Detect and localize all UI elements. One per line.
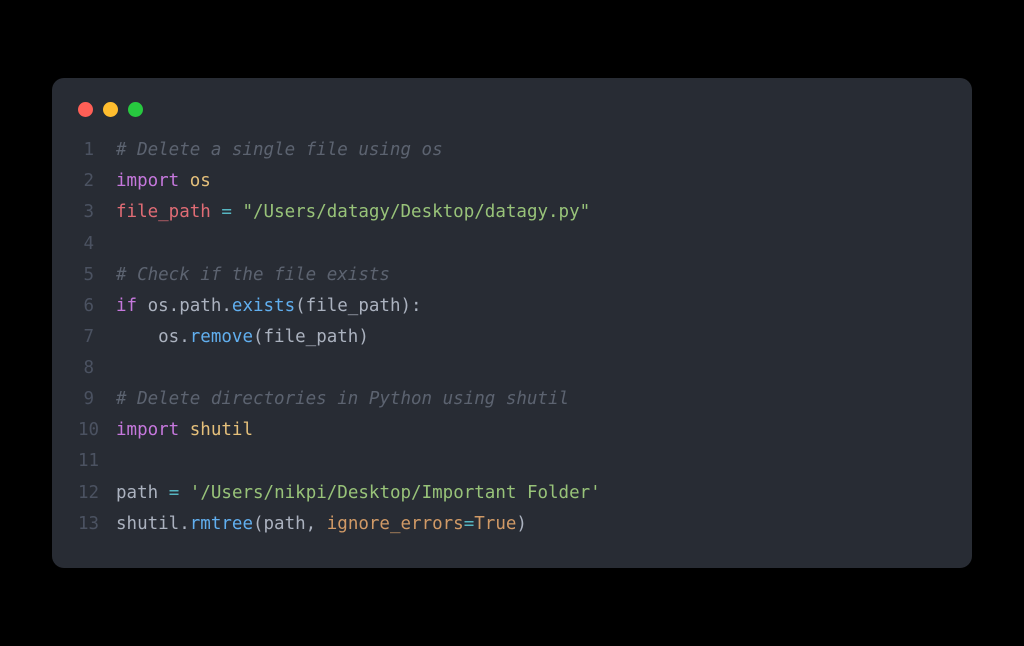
token-plain <box>158 483 169 503</box>
code-content[interactable]: shutil.rmtree(path, ignore_errors=True) <box>116 509 527 540</box>
code-line[interactable]: 11 <box>78 446 946 477</box>
line-number: 5 <box>78 260 116 291</box>
token-plain <box>179 171 190 191</box>
line-number: 3 <box>78 197 116 228</box>
code-line[interactable]: 2import os <box>78 166 946 197</box>
code-line[interactable]: 1# Delete a single file using os <box>78 135 946 166</box>
minimize-icon[interactable] <box>103 102 118 117</box>
line-number: 6 <box>78 291 116 322</box>
token-plain: os. <box>116 327 190 347</box>
token-keyword: import <box>116 420 179 440</box>
token-func: remove <box>190 327 253 347</box>
token-plain: (file_path): <box>295 296 421 316</box>
line-number: 7 <box>78 322 116 353</box>
token-module: shutil <box>190 420 253 440</box>
token-plain <box>232 202 243 222</box>
line-number: 12 <box>78 478 116 509</box>
line-number: 8 <box>78 353 116 384</box>
token-comment: # Check if the file exists <box>116 265 390 285</box>
token-plain <box>211 202 222 222</box>
token-param: ignore_errors <box>327 514 464 534</box>
token-plain: (file_path) <box>253 327 369 347</box>
code-content[interactable]: path = '/Users/nikpi/Desktop/Important F… <box>116 478 601 509</box>
code-content[interactable]: import os <box>116 166 211 197</box>
code-content[interactable]: # Check if the file exists <box>116 260 390 291</box>
token-const: True <box>474 514 516 534</box>
code-line[interactable]: 4 <box>78 229 946 260</box>
token-string: '/Users/nikpi/Desktop/Important Folder' <box>190 483 601 503</box>
token-op: = <box>464 514 475 534</box>
zoom-icon[interactable] <box>128 102 143 117</box>
line-number: 2 <box>78 166 116 197</box>
token-plain: os.path. <box>137 296 232 316</box>
code-line[interactable]: 10import shutil <box>78 415 946 446</box>
token-func: rmtree <box>190 514 253 534</box>
code-content[interactable]: # Delete directories in Python using shu… <box>116 384 569 415</box>
code-line[interactable]: 5# Check if the file exists <box>78 260 946 291</box>
code-content[interactable]: file_path = "/Users/datagy/Desktop/datag… <box>116 197 590 228</box>
code-line[interactable]: 3file_path = "/Users/datagy/Desktop/data… <box>78 197 946 228</box>
window-controls <box>52 102 972 135</box>
line-number: 10 <box>78 415 116 446</box>
code-content[interactable]: if os.path.exists(file_path): <box>116 291 422 322</box>
code-content[interactable]: import shutil <box>116 415 253 446</box>
token-keyword: import <box>116 171 179 191</box>
code-content[interactable]: os.remove(file_path) <box>116 322 369 353</box>
code-line[interactable]: 9# Delete directories in Python using sh… <box>78 384 946 415</box>
token-comment: # Delete a single file using os <box>116 140 443 160</box>
token-var: file_path <box>116 202 211 222</box>
close-icon[interactable] <box>78 102 93 117</box>
token-plain: path <box>116 483 158 503</box>
code-line[interactable]: 12path = '/Users/nikpi/Desktop/Important… <box>78 478 946 509</box>
code-line[interactable]: 7 os.remove(file_path) <box>78 322 946 353</box>
code-line[interactable]: 13shutil.rmtree(path, ignore_errors=True… <box>78 509 946 540</box>
token-keyword: if <box>116 296 137 316</box>
token-plain: shutil. <box>116 514 190 534</box>
line-number: 9 <box>78 384 116 415</box>
line-number: 4 <box>78 229 116 260</box>
code-window: 1# Delete a single file using os2import … <box>52 78 972 568</box>
token-module: os <box>190 171 211 191</box>
token-string: "/Users/datagy/Desktop/datagy.py" <box>242 202 590 222</box>
code-content[interactable]: # Delete a single file using os <box>116 135 443 166</box>
line-number: 13 <box>78 509 116 540</box>
token-plain: (path, <box>253 514 327 534</box>
code-area[interactable]: 1# Delete a single file using os2import … <box>52 135 972 540</box>
token-plain <box>179 420 190 440</box>
token-op: = <box>169 483 180 503</box>
token-comment: # Delete directories in Python using shu… <box>116 389 569 409</box>
token-plain <box>179 483 190 503</box>
line-number: 1 <box>78 135 116 166</box>
code-line[interactable]: 8 <box>78 353 946 384</box>
token-op: = <box>221 202 232 222</box>
code-line[interactable]: 6if os.path.exists(file_path): <box>78 291 946 322</box>
token-func: exists <box>232 296 295 316</box>
token-plain: ) <box>516 514 527 534</box>
line-number: 11 <box>78 446 116 477</box>
